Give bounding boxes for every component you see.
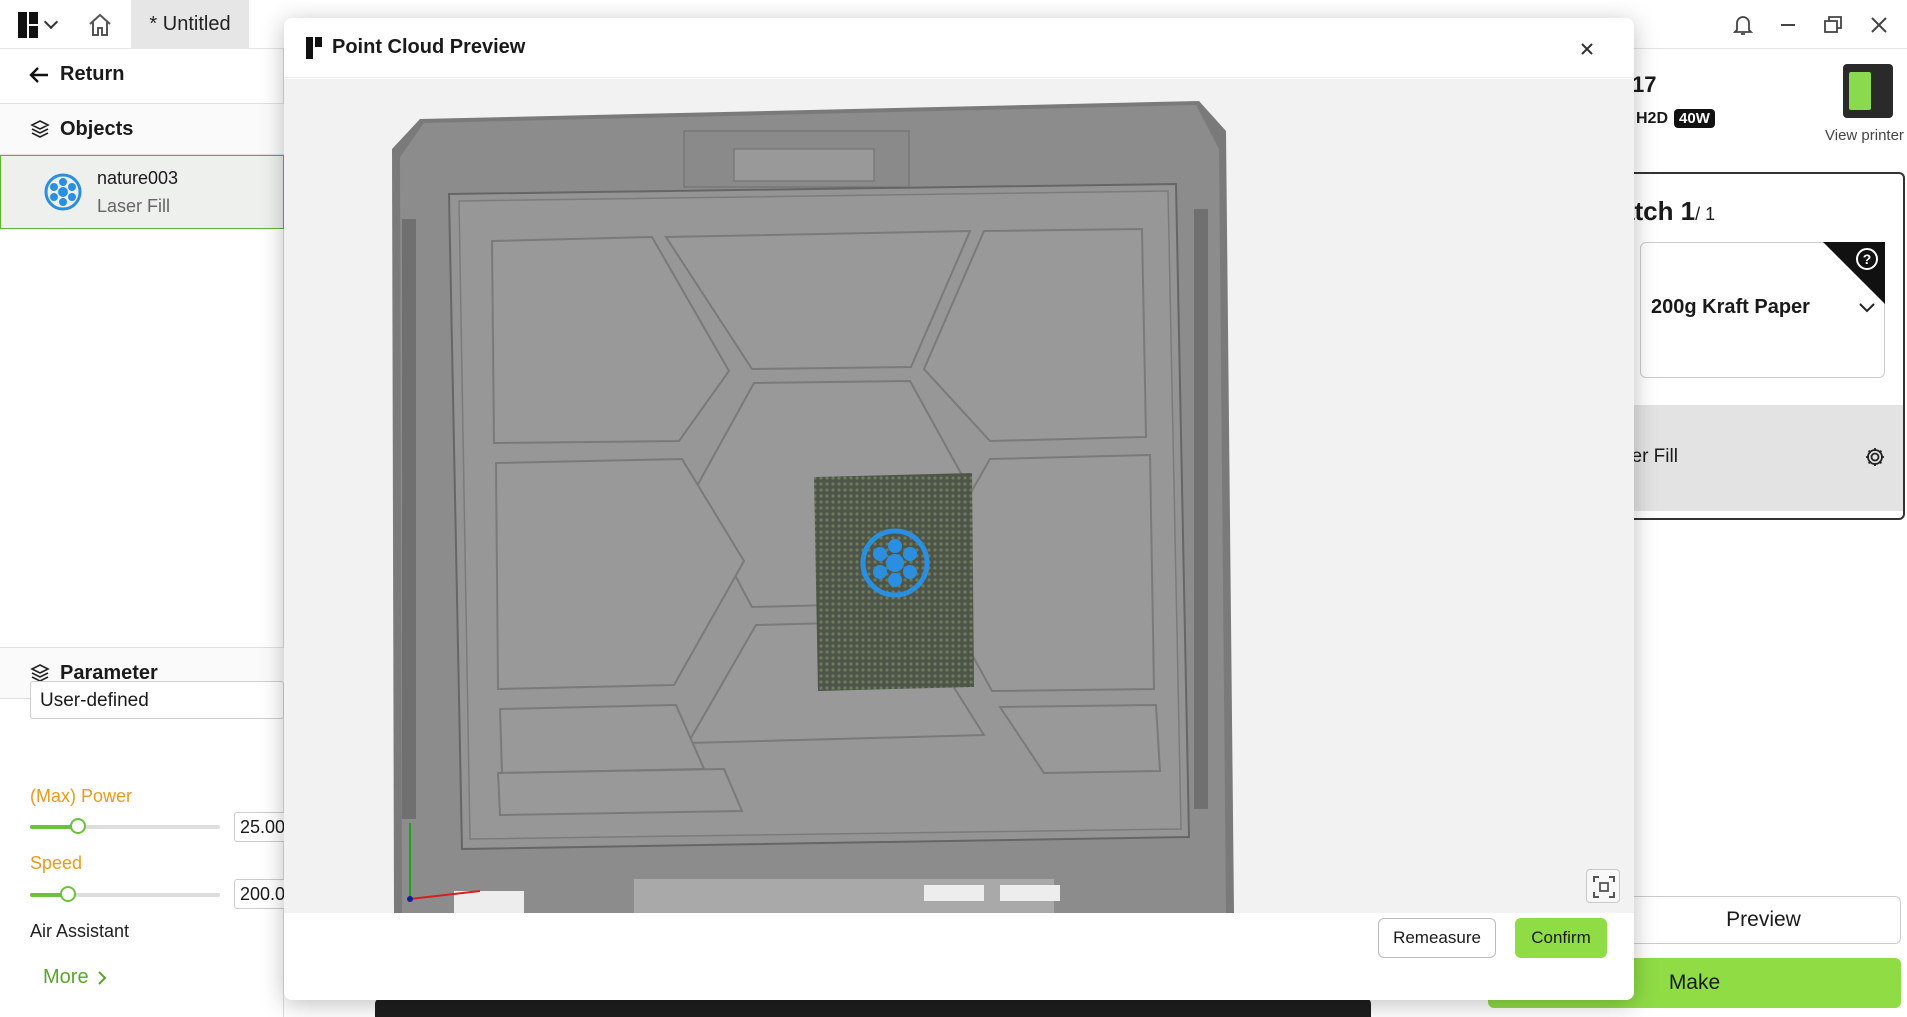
fit-view-icon[interactable]	[1586, 869, 1620, 903]
objects-heading: Objects	[60, 117, 134, 140]
object-list-item[interactable]: nature003 Laser Fill	[0, 155, 284, 229]
3d-viewport[interactable]	[284, 79, 1634, 913]
dialog-title: Point Cloud Preview	[332, 36, 526, 58]
preview-button[interactable]: Preview	[1626, 896, 1901, 944]
point-cloud-preview-dialog: Point Cloud Preview	[284, 18, 1634, 1000]
object-thumbnail-icon	[44, 173, 82, 211]
remeasure-button[interactable]: Remeasure	[1378, 918, 1496, 958]
logo-icon	[18, 12, 38, 38]
batch-title: atch 1/ 1	[1620, 196, 1715, 227]
chevron-down-icon	[43, 14, 59, 30]
printer-model-name: H2D	[1636, 109, 1669, 127]
speed-slider-knob[interactable]	[60, 886, 76, 902]
power-slider[interactable]	[30, 818, 220, 834]
material-name: 200g Kraft Paper	[1651, 296, 1810, 318]
arrow-left-icon	[29, 66, 48, 83]
bottom-toolbar	[375, 998, 1371, 1017]
printer-bed-render[interactable]	[284, 79, 1634, 913]
power-label: (Max) Power	[30, 786, 133, 806]
confirm-button[interactable]: Confirm	[1515, 918, 1607, 958]
preset-select[interactable]: User-defined	[30, 681, 284, 719]
return-label: Return	[60, 63, 125, 85]
power-badge: 40W	[1674, 109, 1715, 128]
layers-icon	[30, 664, 50, 682]
object-name: nature003	[97, 168, 179, 188]
gear-icon[interactable]	[1864, 446, 1886, 468]
close-icon[interactable]	[1576, 38, 1598, 60]
objects-header: Objects	[0, 103, 284, 155]
printer-number: 17	[1632, 72, 1657, 97]
home-icon[interactable]	[86, 11, 114, 39]
logo-icon	[306, 36, 322, 59]
restore-icon[interactable]	[1820, 12, 1846, 38]
object-type: Laser Fill	[97, 196, 171, 216]
help-icon[interactable]: ?	[1856, 248, 1878, 270]
minimize-icon[interactable]	[1775, 12, 1801, 38]
tab-untitled[interactable]: * Untitled	[131, 0, 249, 49]
layers-icon	[30, 120, 50, 138]
more-label: More	[43, 966, 89, 988]
printer-model: H2D 40W	[1636, 109, 1715, 128]
speed-label: Speed	[30, 853, 83, 873]
power-slider-knob[interactable]	[69, 818, 86, 834]
app-menu-button[interactable]	[18, 12, 64, 38]
bell-icon[interactable]	[1730, 12, 1756, 38]
speed-slider[interactable]	[30, 886, 220, 902]
batch-total: / 1	[1695, 204, 1716, 224]
printer-thumbnail[interactable]	[1843, 64, 1893, 118]
view-printer-link[interactable]: View printer	[1825, 127, 1904, 144]
dialog-header: Point Cloud Preview	[284, 18, 1634, 78]
chevron-right-icon	[97, 970, 106, 985]
return-button[interactable]: Return	[28, 63, 124, 86]
close-icon[interactable]	[1866, 12, 1892, 38]
more-button[interactable]: More	[43, 966, 107, 989]
air-assistant-label: Air Assistant	[30, 921, 130, 941]
